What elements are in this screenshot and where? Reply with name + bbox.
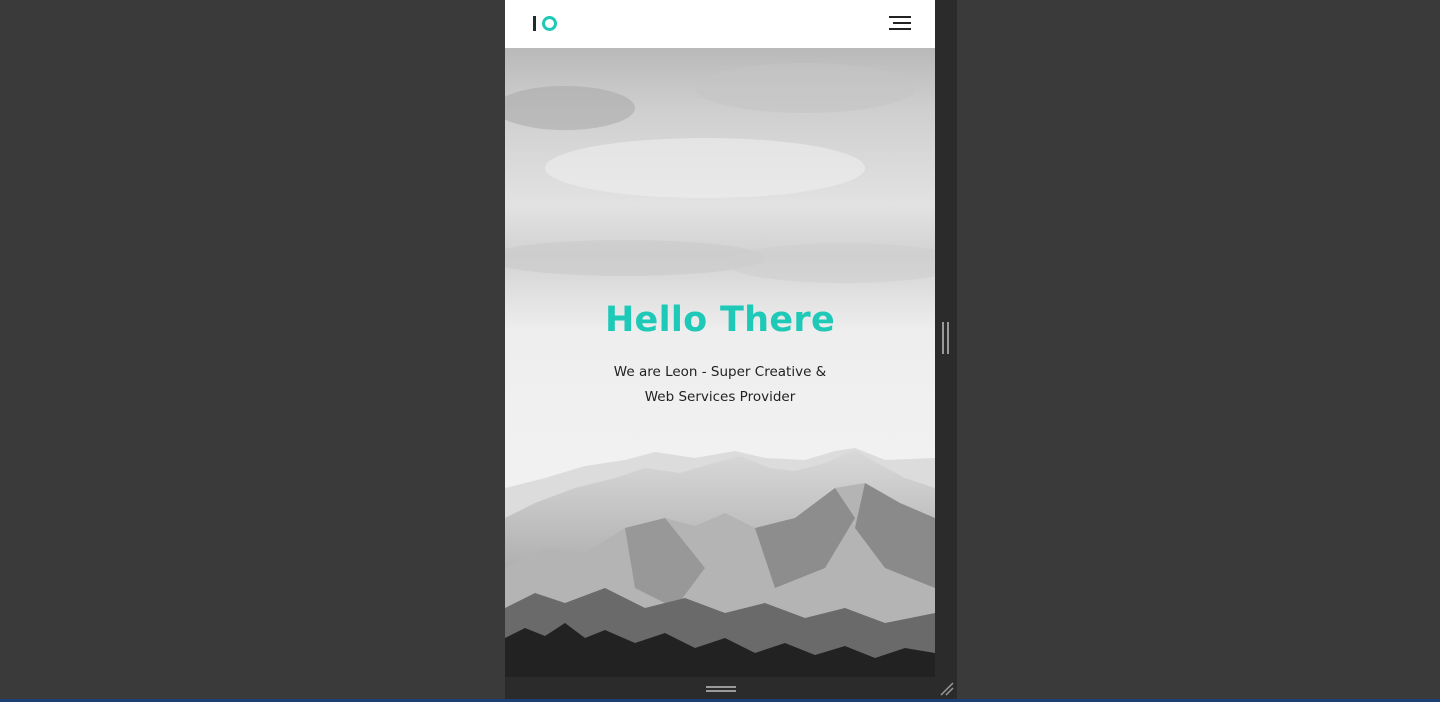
menu-line xyxy=(889,28,911,30)
hamburger-menu-icon[interactable] xyxy=(885,14,911,34)
logo-ring-icon xyxy=(542,16,557,31)
hero-subtitle: We are Leon - Super Creative & Web Servi… xyxy=(505,360,935,410)
site-logo[interactable] xyxy=(533,14,561,34)
logo-bar-icon xyxy=(533,16,536,31)
hero-section: Hello There We are Leon - Super Creative… xyxy=(505,48,935,677)
device-viewport: Hello There We are Leon - Super Creative… xyxy=(505,0,935,677)
device-preview-frame: Hello There We are Leon - Super Creative… xyxy=(505,0,957,702)
hero-subtitle-line-2: Web Services Provider xyxy=(644,389,796,405)
hero-subtitle-line-1: We are Leon - Super Creative & xyxy=(613,364,827,380)
navbar xyxy=(505,0,935,48)
resize-corner-icon[interactable] xyxy=(938,680,954,696)
menu-line xyxy=(889,16,911,18)
hero-title: Hello There xyxy=(604,300,836,340)
resize-handle-vertical-icon[interactable] xyxy=(942,322,949,354)
menu-line xyxy=(893,22,911,24)
resize-handle-horizontal-icon[interactable] xyxy=(706,686,736,692)
